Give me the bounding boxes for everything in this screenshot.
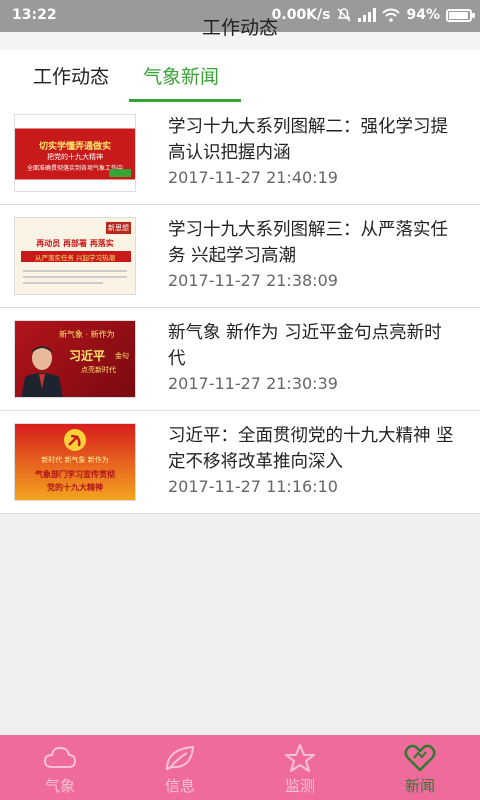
- nav-label: 监测: [284, 777, 315, 795]
- thumb-text: 把党的十九大精神: [47, 153, 103, 161]
- status-time: 13:22: [12, 7, 57, 23]
- nav-label: 新闻: [404, 777, 435, 795]
- thumb-text: 新时代 新气象 新作为: [41, 456, 109, 464]
- party-emblem-icon: [64, 429, 86, 451]
- thumb-text: 点亮新时代: [81, 366, 116, 374]
- news-list: 切实学懂弄通做实 把党的十九大精神 全面准确贯彻落实到各项气象工作中 学习十九大…: [0, 102, 480, 514]
- thumb-text: 新气象 · 新作为: [59, 330, 115, 339]
- news-thumbnail: 新思想 再动员 再部署 再落实 从严落实任务 兴起学习热潮: [14, 217, 136, 295]
- news-item[interactable]: 新气象 · 新作为 习近平 金句 点亮新时代 新气象 新作为 习近平金句点亮新时…: [0, 308, 480, 411]
- tab-work-news[interactable]: 工作动态: [33, 62, 109, 89]
- tab-weather-news[interactable]: 气象新闻: [143, 62, 219, 89]
- thumb-text: 从严落实任务 兴起学习热潮: [34, 254, 116, 262]
- thumb-text: 切实学懂弄通做实: [38, 142, 111, 152]
- nav-label: 气象: [44, 777, 75, 795]
- news-item[interactable]: 新思想 再动员 再部署 再落实 从严落实任务 兴起学习热潮 学习十九大系列图解三…: [0, 205, 480, 308]
- news-title: 新气象 新作为 习近平金句点亮新时代: [168, 323, 442, 369]
- bottom-nav: 气象 信息 监测 新闻: [0, 735, 480, 800]
- news-time: 2017-11-27 11:16:10: [168, 477, 338, 496]
- status-bar: 13:22 0.00K/s 94%: [0, 0, 480, 32]
- battery-icon: [446, 8, 475, 22]
- news-item[interactable]: 新时代 新气象 新作为 气象部门学习宣传贯彻 党的十九大精神 习近平：全面贯彻党…: [0, 411, 480, 514]
- thumb-text: 习近平: [69, 349, 106, 363]
- mute-icon: [337, 8, 352, 22]
- net-speed: 0.00K/s: [271, 7, 331, 23]
- news-time: 2017-11-27 21:38:09: [168, 271, 338, 290]
- nav-item-monitor[interactable]: 监测: [240, 735, 360, 800]
- nav-item-info[interactable]: 信息: [120, 735, 240, 800]
- thumb-text: 再动员 再部署 再落实: [36, 239, 114, 248]
- nav-item-news[interactable]: 新闻: [360, 735, 480, 800]
- news-title: 学习十九大系列图解三：从严落实任务 兴起学习高潮: [168, 220, 448, 266]
- status-right: 0.00K/s 94%: [271, 7, 475, 23]
- thumb-text: 新思想: [106, 222, 131, 234]
- news-title: 习近平：全面贯彻党的十九大精神 坚定不移将改革推向深入: [168, 426, 454, 472]
- cloud-icon: [43, 746, 77, 768]
- news-thumbnail: 新时代 新气象 新作为 气象部门学习宣传贯彻 党的十九大精神: [14, 423, 136, 501]
- nav-label: 信息: [164, 777, 195, 795]
- thumb-text: 党的十九大精神: [47, 483, 103, 492]
- news-time: 2017-11-27 21:30:39: [168, 374, 338, 393]
- wifi-icon: [382, 8, 401, 22]
- signal-icon: [358, 8, 377, 22]
- star-icon: [285, 744, 315, 772]
- title-bar: [0, 32, 480, 50]
- battery-fill: [449, 11, 468, 19]
- thumb-text: 气象部门学习宣传贯彻: [35, 470, 115, 479]
- leaf-icon: [165, 745, 195, 771]
- tab-bar: 工作动态 气象新闻: [0, 50, 480, 102]
- nav-item-weather[interactable]: 气象: [0, 735, 120, 800]
- heart-icon: [404, 744, 436, 772]
- news-title: 学习十九大系列图解二：强化学习提高认识把握内涵: [168, 117, 448, 163]
- thumb-badge: [109, 169, 131, 177]
- news-thumbnail: 切实学懂弄通做实 把党的十九大精神 全面准确贯彻落实到各项气象工作中: [14, 114, 136, 192]
- news-item[interactable]: 切实学懂弄通做实 把党的十九大精神 全面准确贯彻落实到各项气象工作中 学习十九大…: [0, 102, 480, 205]
- portrait-image: [21, 346, 63, 397]
- news-thumbnail: 新气象 · 新作为 习近平 金句 点亮新时代: [14, 320, 136, 398]
- news-time: 2017-11-27 21:40:19: [168, 168, 338, 187]
- battery-percent: 94%: [406, 7, 440, 23]
- thumb-text: 金句: [115, 352, 129, 360]
